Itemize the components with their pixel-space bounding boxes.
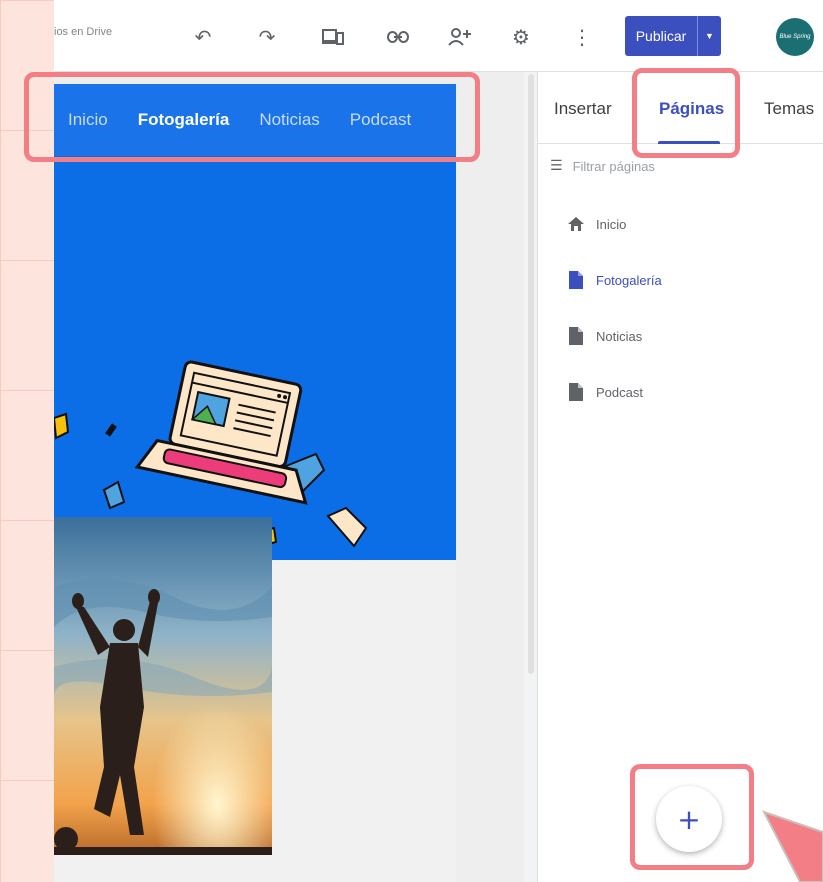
publish-dropdown-icon[interactable]: ▼: [698, 31, 721, 41]
highlight-add-button: [630, 764, 754, 870]
more-vert-icon[interactable]: ⋮: [567, 22, 597, 52]
page-item-inicio[interactable]: Inicio: [568, 215, 626, 233]
link-icon[interactable]: [383, 22, 413, 52]
drive-save-status: ios en Drive: [54, 26, 113, 38]
gear-icon[interactable]: ⚙: [506, 22, 536, 52]
publish-label: Publicar: [635, 28, 687, 44]
page-icon: [568, 327, 584, 345]
page-item-noticias[interactable]: Noticias: [568, 327, 642, 345]
page-icon: [568, 271, 584, 289]
filter-pages-input[interactable]: Filtrar páginas: [573, 159, 655, 174]
site-preview: Inicio Fotogalería Noticias Podcast: [54, 72, 524, 882]
page-label: Fotogalería: [596, 272, 662, 288]
filter-pages[interactable]: ☰ Filtrar páginas: [550, 158, 655, 174]
device-preview-icon[interactable]: [318, 22, 348, 52]
tab-insertar[interactable]: Insertar: [554, 99, 612, 119]
undo-icon[interactable]: ↶: [188, 22, 218, 52]
tab-temas[interactable]: Temas: [764, 99, 814, 119]
home-icon: [568, 215, 584, 233]
page-label: Podcast: [596, 384, 643, 400]
side-panel: Insertar Páginas Temas ☰ Filtrar páginas…: [538, 72, 823, 882]
hero-banner[interactable]: [54, 156, 456, 560]
highlight-site-nav: [24, 72, 480, 162]
laptop-confetti-illustration: [54, 360, 368, 560]
page-icon: [568, 383, 584, 401]
page-item-podcast[interactable]: Podcast: [568, 383, 643, 401]
add-person-icon[interactable]: [445, 22, 475, 52]
avatar[interactable]: Blue Spring: [776, 18, 814, 56]
publish-button[interactable]: Publicar ▼: [625, 16, 721, 56]
sunset-silhouette-image: [54, 517, 272, 855]
page-label: Inicio: [596, 216, 627, 232]
redo-icon[interactable]: ↷: [252, 22, 282, 52]
page-item-fotogaleria[interactable]: Fotogalería: [568, 271, 662, 289]
editor-toolbar: ios en Drive ↶ ↷ ⚙ ⋮ Publicar ▼ Blue Spr…: [54, 0, 823, 72]
sunset-photo[interactable]: [54, 517, 272, 855]
filter-icon: ☰: [550, 158, 563, 174]
highlight-paginas-tab: [632, 68, 740, 158]
scrollbar-thumb[interactable]: [528, 74, 534, 674]
page-label: Noticias: [596, 328, 643, 344]
preview-scrollbar[interactable]: [524, 72, 538, 882]
